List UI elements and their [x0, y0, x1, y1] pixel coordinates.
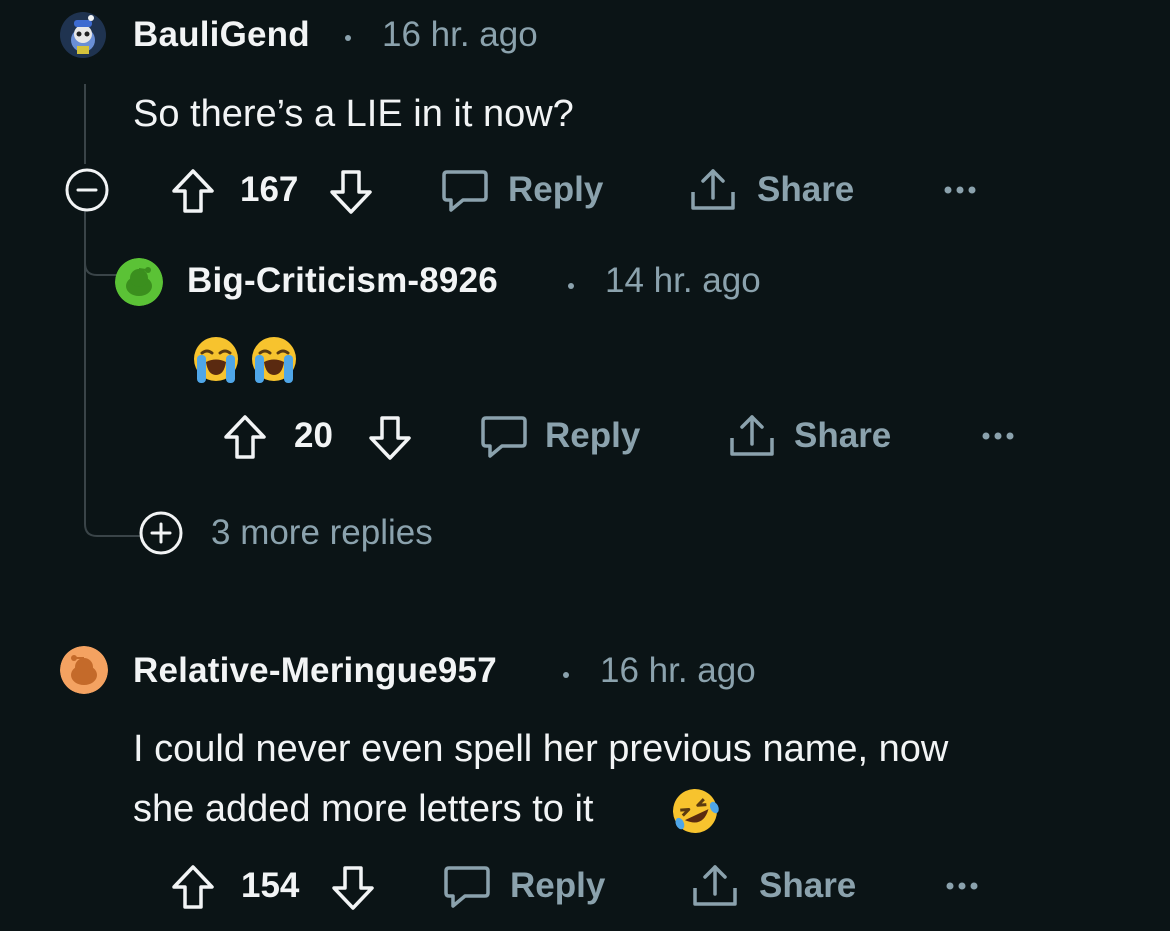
comment-timestamp: 14 hr. ago: [605, 261, 761, 300]
more-replies-label: 3 more replies: [211, 513, 433, 552]
vote-count: 20: [294, 416, 333, 455]
loudly-crying-face-icon: [190, 335, 242, 385]
upvote-arrow-icon[interactable]: [222, 413, 268, 461]
downvote-arrow-icon[interactable]: [328, 168, 374, 216]
comment-timestamp: 16 hr. ago: [600, 651, 756, 690]
separator-dot: [345, 35, 351, 41]
green-snoo-avatar-icon[interactable]: [115, 258, 163, 306]
thread-line-vertical: [84, 84, 86, 164]
share-label: Share: [794, 416, 892, 455]
comment-username[interactable]: Big-Criticism-8926: [187, 261, 498, 301]
thread-branch-connector: [84, 500, 140, 537]
separator-dot: [568, 283, 574, 289]
collapse-minus-icon[interactable]: [64, 167, 110, 213]
downvote-arrow-icon[interactable]: [330, 864, 376, 912]
share-icon: [728, 412, 776, 460]
more-options-icon[interactable]: [944, 184, 976, 196]
orange-snoo-avatar-icon[interactable]: [60, 646, 108, 694]
reply-bubble-icon: [480, 414, 528, 460]
comment-body-line-1: I could never even spell her previous na…: [133, 728, 949, 770]
share-label: Share: [757, 170, 855, 209]
reply-label: Reply: [510, 866, 606, 905]
comment-username[interactable]: BauliGend: [133, 15, 310, 55]
more-options-icon[interactable]: [946, 880, 978, 892]
vote-count: 154: [241, 866, 300, 905]
vote-count: 167: [240, 170, 299, 209]
share-icon: [691, 862, 739, 910]
comment-username[interactable]: Relative-Meringue957: [133, 651, 497, 691]
expand-plus-icon: [138, 510, 184, 556]
rolling-on-floor-laughing-icon: [668, 786, 722, 836]
separator-dot: [563, 672, 569, 678]
share-icon: [689, 166, 737, 214]
upvote-arrow-icon[interactable]: [170, 167, 216, 215]
more-options-icon[interactable]: [982, 430, 1014, 442]
loudly-crying-face-icon: [248, 335, 300, 385]
reply-label: Reply: [508, 170, 604, 209]
reply-bubble-icon: [443, 864, 491, 910]
comment-body: So there’s a LIE in it now?: [133, 93, 574, 135]
reply-bubble-icon: [441, 168, 489, 214]
comment-body-line-2: she added more letters to it: [133, 788, 594, 830]
upvote-arrow-icon[interactable]: [170, 863, 216, 911]
reply-label: Reply: [545, 416, 641, 455]
comment-timestamp: 16 hr. ago: [382, 15, 538, 54]
downvote-arrow-icon[interactable]: [367, 414, 413, 462]
share-label: Share: [759, 866, 857, 905]
snoo-avatar-icon[interactable]: [60, 12, 106, 58]
